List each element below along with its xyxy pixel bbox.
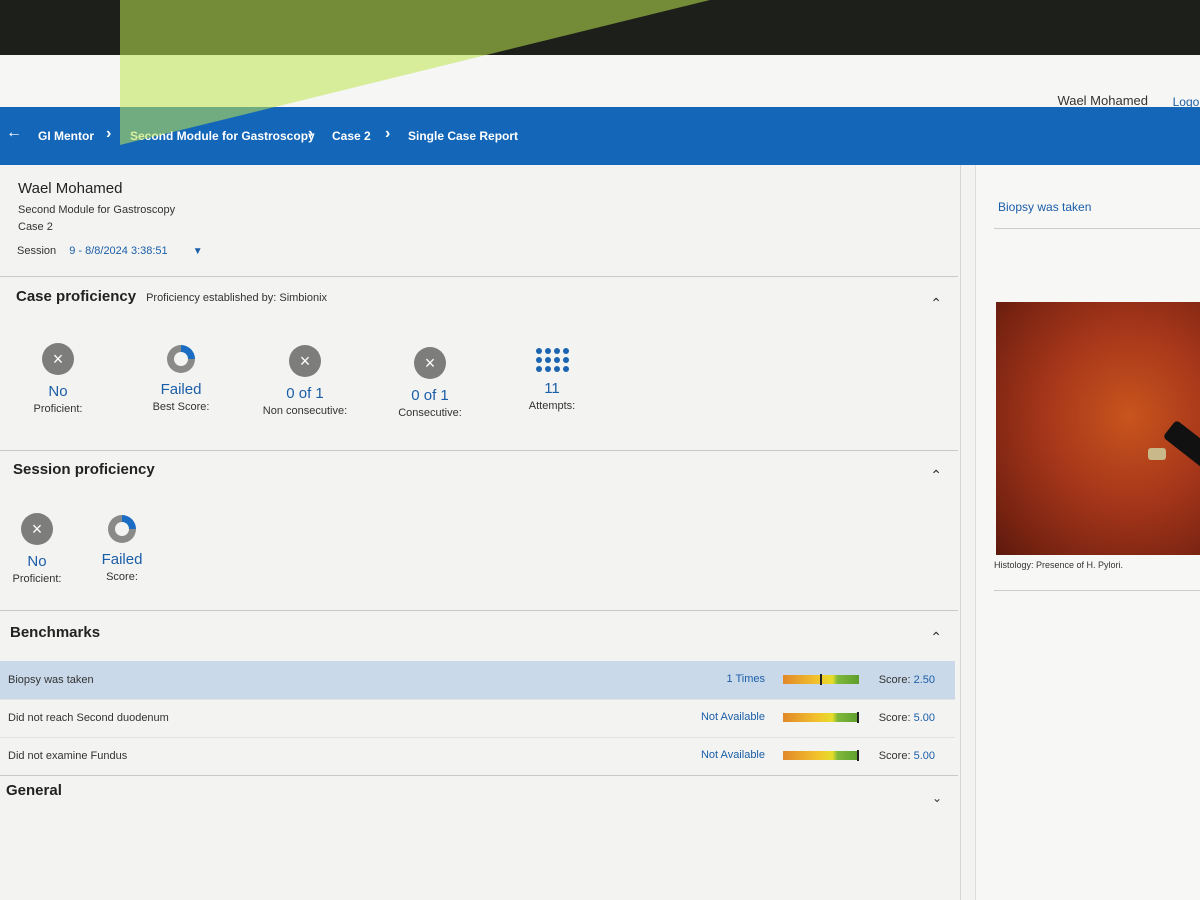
screen-glare xyxy=(120,0,710,145)
case-proficiency-title: Case proficiency Proficiency established … xyxy=(16,288,327,305)
stat-proficient: × No Proficient: xyxy=(0,343,123,415)
scope-graphic xyxy=(1162,419,1200,487)
proficiency-source: Proficiency established by: Simbionix xyxy=(146,292,328,304)
score-marker xyxy=(857,750,859,761)
chevron-right-icon: › xyxy=(106,125,112,142)
user-name: Wael Mohamed xyxy=(1057,93,1148,108)
dots-grid-icon xyxy=(534,348,570,372)
divider xyxy=(0,450,958,451)
benchmark-name: Did not examine Fundus xyxy=(8,750,128,762)
benchmark-times: 1 Times xyxy=(726,673,765,685)
stat-label: Non consecutive: xyxy=(262,405,348,417)
benchmarks-title: Benchmarks xyxy=(10,624,101,641)
x-circle-icon: × xyxy=(21,513,53,545)
stat-value: 11 xyxy=(544,380,560,397)
donut-icon xyxy=(167,345,195,373)
x-circle-icon: × xyxy=(42,343,74,375)
stat-value: Failed xyxy=(101,551,143,568)
divider xyxy=(0,610,958,611)
benchmark-score-bar xyxy=(783,712,859,723)
report-panel: Wael Mohamed Second Module for Gastrosco… xyxy=(0,165,961,900)
chevron-down-icon[interactable]: ⌄ xyxy=(932,791,942,805)
benchmark-name: Did not reach Second duodenum xyxy=(8,712,169,724)
session-proficiency-title: Session proficiency xyxy=(13,461,155,478)
caret-down-icon[interactable]: ▼ xyxy=(193,246,203,257)
score-label: Score: xyxy=(878,712,911,724)
stat-value: No xyxy=(48,383,68,400)
score-marker xyxy=(857,712,859,723)
detail-panel: Biopsy was taken Histology: Presence of … xyxy=(975,165,1200,900)
benchmark-times: Not Available xyxy=(700,711,765,723)
score-value: 5.00 xyxy=(913,750,935,762)
image-caption: Histology: Presence of H. Pylori. xyxy=(994,560,1124,570)
score-value: 5.00 xyxy=(913,712,935,724)
stat-best-score: Failed Best Score: xyxy=(116,343,246,413)
benchmark-score: Score: 5.00 xyxy=(879,712,935,724)
score-label: Score: xyxy=(878,750,911,762)
stat-consecutive: × 0 of 1 Consecutive: xyxy=(365,347,495,419)
app-screen: Wael Mohamed Logou ← GI Mentor › Second … xyxy=(0,55,1200,900)
stat-label: Proficient: xyxy=(33,403,83,415)
benchmark-score-bar xyxy=(783,674,859,685)
x-circle-icon: × xyxy=(289,345,321,377)
stat-label: Best Score: xyxy=(152,401,210,413)
module-name: Second Module for Gastroscopy xyxy=(18,204,176,216)
stat-value: Failed xyxy=(160,381,202,398)
benchmark-score: Score: 2.50 xyxy=(879,674,935,686)
forceps-tip-graphic xyxy=(1148,448,1166,460)
benchmark-name: Biopsy was taken xyxy=(8,674,94,686)
detail-title: Biopsy was taken xyxy=(998,200,1092,214)
arrow-left-icon[interactable]: ← xyxy=(6,124,22,142)
case-proficiency-heading: Case proficiency xyxy=(16,288,137,305)
score-value: 2.50 xyxy=(913,674,935,686)
x-circle-icon: × xyxy=(414,347,446,379)
divider xyxy=(994,228,1200,229)
session-value[interactable]: 9 - 8/8/2024 3:38:51 xyxy=(69,245,167,257)
score-marker xyxy=(820,674,822,685)
benchmark-row[interactable]: Did not reach Second duodenum Not Availa… xyxy=(0,699,955,738)
general-title: General xyxy=(6,782,62,799)
chevron-up-icon[interactable]: ⌃ xyxy=(930,467,942,484)
divider xyxy=(0,276,958,277)
chevron-up-icon[interactable]: ⌃ xyxy=(930,295,942,312)
trainee-name: Wael Mohamed xyxy=(18,180,123,197)
benchmark-times: Not Available xyxy=(700,749,765,761)
session-select[interactable]: Session 9 - 8/8/2024 3:38:51 ▼ xyxy=(17,245,203,257)
chevron-up-icon[interactable]: ⌃ xyxy=(930,629,942,646)
case-name: Case 2 xyxy=(18,221,53,233)
stat-value: 0 of 1 xyxy=(286,385,324,402)
divider xyxy=(994,590,1200,591)
breadcrumb-item-gi-mentor[interactable]: GI Mentor xyxy=(38,129,94,143)
benchmark-score-bar xyxy=(783,750,859,761)
session-label: Session xyxy=(17,245,57,257)
stat-session-score: Failed Score: xyxy=(57,513,187,583)
score-label: Score: xyxy=(878,674,911,686)
stat-label: Score: xyxy=(106,571,138,583)
stat-attempts: 11 Attempts: xyxy=(487,348,617,412)
donut-icon xyxy=(108,515,136,543)
endoscopy-image xyxy=(996,302,1200,555)
benchmark-row[interactable]: Did not examine Fundus Not Available Sco… xyxy=(0,737,955,776)
divider xyxy=(0,775,958,776)
stat-label: Consecutive: xyxy=(398,407,462,419)
stat-label: Attempts: xyxy=(528,400,576,412)
stat-non-consecutive: × 0 of 1 Non consecutive: xyxy=(240,345,370,417)
benchmark-score: Score: 5.00 xyxy=(879,750,935,762)
benchmark-row[interactable]: Biopsy was taken 1 Times Score: 2.50 xyxy=(0,661,955,700)
stat-value: 0 of 1 xyxy=(411,387,449,404)
